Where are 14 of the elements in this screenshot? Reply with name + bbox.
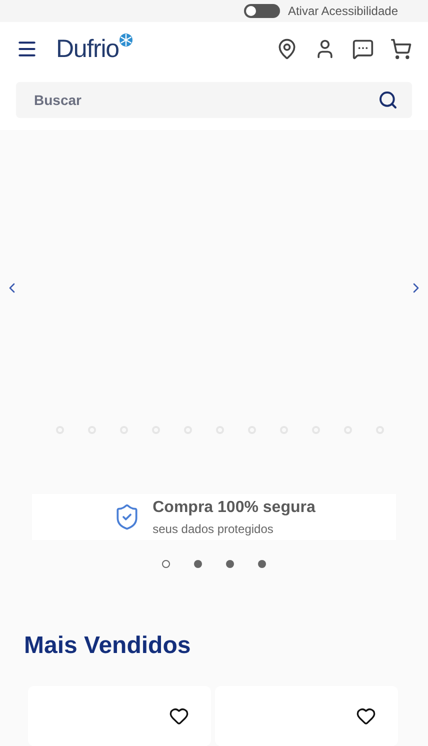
cart-icon[interactable] bbox=[390, 38, 412, 60]
banner-title: Compra 100% segura bbox=[152, 498, 316, 518]
location-pin-icon[interactable] bbox=[276, 38, 298, 60]
accessibility-toggle[interactable] bbox=[244, 4, 280, 18]
section-title: Mais Vendidos bbox=[24, 631, 192, 661]
favorite-icon[interactable] bbox=[169, 706, 189, 726]
accessibility-label: Ativar Acessibilidade bbox=[288, 3, 398, 20]
chat-icon[interactable] bbox=[352, 38, 374, 60]
snowflake-icon bbox=[118, 32, 133, 47]
favorite-icon[interactable] bbox=[356, 706, 376, 726]
search-icon[interactable] bbox=[378, 90, 398, 110]
logo[interactable]: Dufrio bbox=[56, 36, 119, 62]
banner-subtitle: seus dados protegidos bbox=[152, 521, 274, 538]
search-field[interactable]: Buscar bbox=[16, 82, 412, 118]
